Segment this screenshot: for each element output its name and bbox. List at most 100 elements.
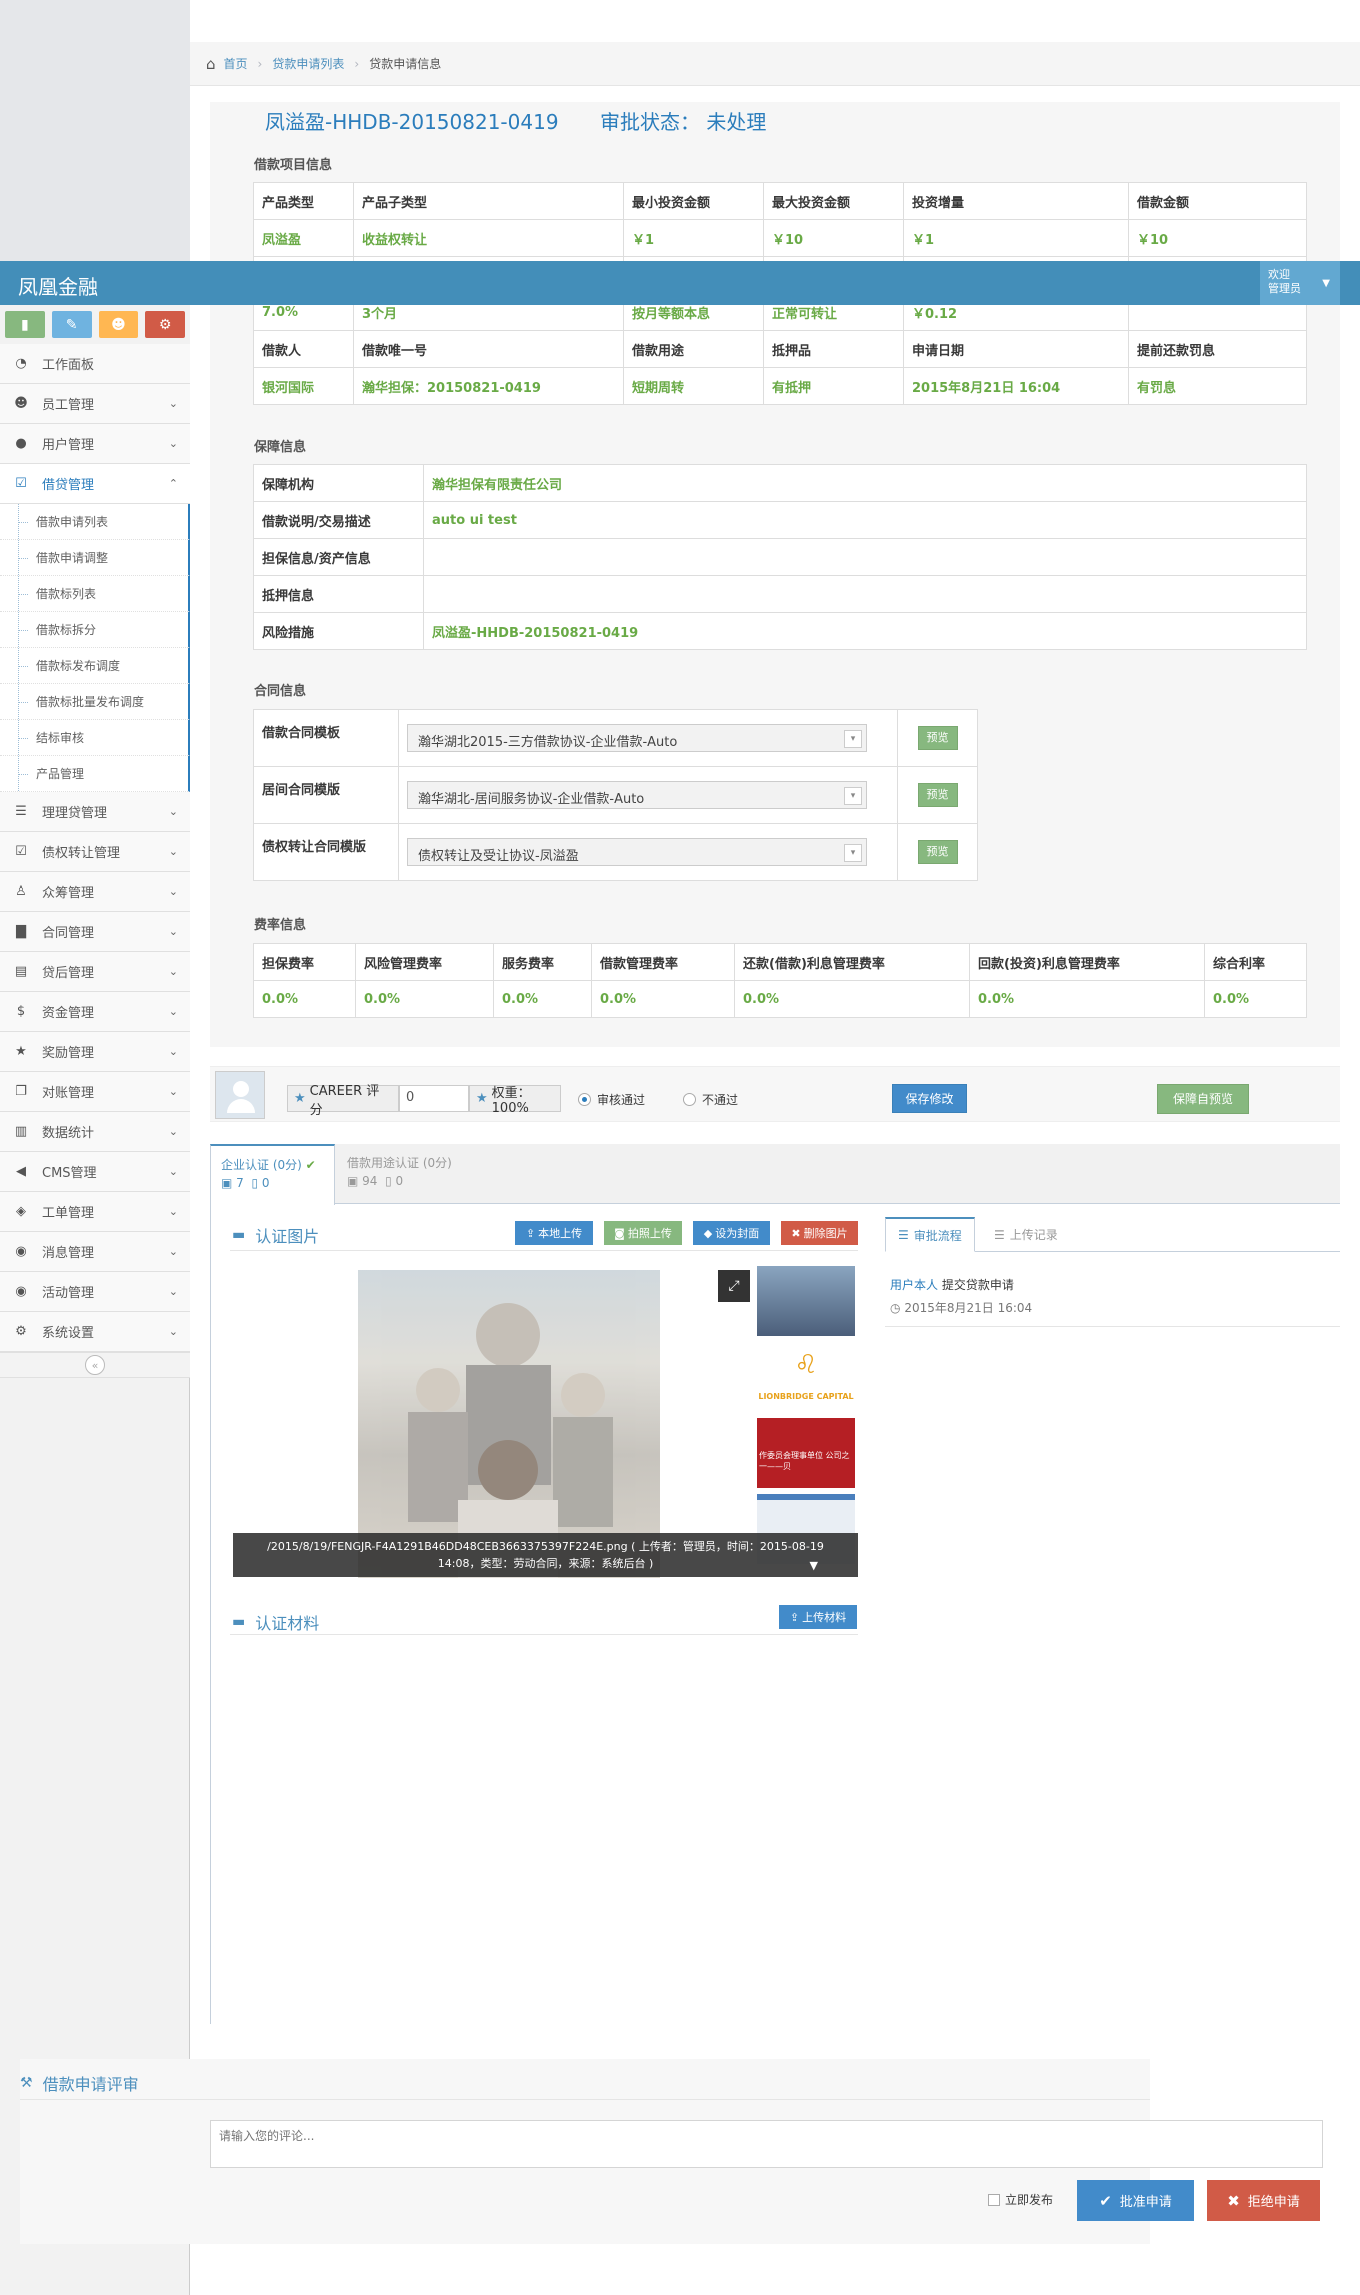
image-icon: ▣ (347, 1174, 359, 1188)
sub-item-loan-bid-list[interactable]: 借款标列表 (0, 576, 190, 612)
breadcrumb: ⌂ 首页 › 贷款申请列表 › 贷款申请信息 (190, 42, 1360, 86)
star-icon: ★ (294, 1091, 306, 1106)
nav-item-messages[interactable]: ◉ 消息管理 ⌄ (0, 1232, 190, 1272)
users-icon[interactable]: ☻ (98, 311, 139, 338)
sub-item-loan-adjust[interactable]: 借款申请调整 (0, 540, 190, 576)
chevron-down-icon: ⌄ (168, 1205, 178, 1218)
nav-item-loans[interactable]: ☑ 借贷管理 ⌃ (0, 464, 190, 504)
briefcase-icon: ▬ (232, 1614, 246, 1630)
table-cell: 短期周转 (623, 367, 764, 405)
reject-button[interactable]: ✖ 拒绝申请 (1207, 2180, 1320, 2221)
double-left-icon: « (85, 1355, 105, 1375)
divider (20, 2099, 1150, 2100)
signal-icon[interactable]: ▮ (5, 311, 45, 338)
pass-radio[interactable]: 审核通过 (578, 1091, 645, 1108)
nav-item-users[interactable]: ● 用户管理 ⌄ (0, 424, 190, 464)
nav-item-crowdfunding[interactable]: ♙ 众筹管理 ⌄ (0, 872, 190, 912)
table-header: 抵押品 (763, 330, 904, 368)
intermediary-template-select[interactable]: 瀚华湖北-居间服务协议-企业借款-Auto ▾ (407, 781, 867, 809)
nav-item-staff[interactable]: ☻ 员工管理 ⌄ (0, 384, 190, 424)
tachometer-icon: ◔ (15, 356, 27, 371)
intermediary-preview-button[interactable]: 预览 (917, 783, 958, 807)
transfer-preview-button[interactable]: 预览 (917, 840, 958, 864)
chevron-down-icon: ⌄ (168, 437, 178, 450)
bullhorn-icon: ◀ (16, 1164, 26, 1179)
contract-table: 借款合同模板 瀚华湖北2015-三方借款协议-企业借款-Auto ▾ 预览 居间合… (253, 709, 978, 881)
sub-item-products[interactable]: 产品管理 (0, 756, 190, 792)
table-cell: 0.0% (969, 980, 1205, 1018)
sub-item-settle-review[interactable]: 结标审核 (0, 720, 190, 756)
sub-item-loan-list[interactable]: 借款申请列表 (0, 504, 190, 540)
set-cover-button[interactable]: ◆ 设为封面 (693, 1221, 770, 1245)
pencil-icon[interactable]: ✎ (51, 311, 92, 338)
save-changes-button[interactable]: 保存修改 (892, 1084, 967, 1113)
radio-checked-icon (578, 1093, 591, 1106)
brand-logo[interactable]: 凤凰金融 (18, 271, 98, 300)
sidebar: ▮ ✎ ☻ ⚙ ◔ 工作面板 ☻ 员工管理 ⌄ ● 用户管理 ⌄ ☑ 借贷管理 ⌃ 借款申请列… (0, 0, 190, 2295)
nav-item-debt-transfer[interactable]: ☑ 债权转让管理 ⌄ (0, 832, 190, 872)
table-cell: ￥10 (1128, 219, 1307, 257)
thumbnail-strip: ♌ LIONBRIDGE CAPITAL 作委员会理事单位 公司之一——贝 (757, 1266, 855, 1570)
contract-preview-button[interactable]: 预览 (917, 726, 958, 750)
cogs-icon[interactable]: ⚙ (145, 311, 185, 338)
caret-down-icon[interactable]: ▼ (810, 1557, 818, 1574)
sub-item-loan-split[interactable]: 借款标拆分 (0, 612, 190, 648)
certificate-image[interactable] (358, 1270, 660, 1578)
breadcrumb-home[interactable]: 首页 (224, 55, 248, 72)
tab-approval-flow[interactable]: ☰ 审批流程 (885, 1217, 975, 1252)
approve-button[interactable]: ✔ 批准申请 (1077, 2180, 1194, 2221)
nav-item-wealth[interactable]: ☰ 理理贷管理 ⌄ (0, 792, 190, 832)
comment-input[interactable] (210, 2120, 1323, 2168)
expand-icon[interactable]: ⤢ (718, 1270, 750, 1302)
nav-item-dashboard[interactable]: ◔ 工作面板 (0, 344, 190, 384)
tab-upload-records[interactable]: ☰ 上传记录 (982, 1217, 1070, 1252)
table-cell: 2015年8月21日 16:04 (903, 367, 1129, 405)
nav-item-statistics[interactable]: ▥ 数据统计 ⌄ (0, 1112, 190, 1152)
table-header: 抵押信息 (253, 575, 424, 613)
table-cell: 瀚华担保有限责任公司 (423, 464, 1307, 502)
sub-item-publish-schedule[interactable]: 借款标发布调度 (0, 648, 190, 684)
chevron-down-icon: ⌄ (168, 925, 178, 938)
image-icon: ▣ (221, 1176, 233, 1190)
nav-item-cms[interactable]: ◀ CMS管理 ⌄ (0, 1152, 190, 1192)
career-score-input[interactable]: 0 (399, 1085, 469, 1112)
nav-item-tickets[interactable]: ◈ 工单管理 ⌄ (0, 1192, 190, 1232)
transfer-template-select[interactable]: 债权转让及受让协议-凤溢盈 ▾ (407, 838, 867, 866)
breadcrumb-current: 贷款申请信息 (369, 57, 442, 71)
chevron-down-icon: ▾ (844, 787, 862, 805)
nav-item-funds[interactable]: $ 资金管理 ⌄ (0, 992, 190, 1032)
table-cell: 0.0% (493, 980, 592, 1018)
nav-item-post-loan[interactable]: ▤ 贷后管理 ⌄ (0, 952, 190, 992)
fail-radio[interactable]: 不通过 (683, 1091, 738, 1108)
publish-now-checkbox[interactable]: 立即发布 (988, 2191, 1053, 2208)
table-header: 产品类型 (253, 182, 354, 220)
photo-upload-button[interactable]: ◙ 拍照上传 (604, 1221, 682, 1245)
tab-usage-cert[interactable]: 借款用途认证 (0分) ▣ 94 ▯ 0 (337, 1144, 467, 1203)
tab-enterprise-cert[interactable]: 企业认证 (0分) ✔ ▣ 7 ▯ 0 (210, 1144, 335, 1205)
sidebar-collapse[interactable]: « (0, 1352, 190, 1378)
thumbnail[interactable] (757, 1266, 855, 1336)
local-upload-button[interactable]: ⇪ 本地上传 (515, 1221, 593, 1245)
upload-material-button[interactable]: ⇪ 上传材料 (779, 1605, 857, 1629)
delete-image-button[interactable]: ✖ 删除图片 (781, 1221, 858, 1245)
poster-illustration (408, 1303, 613, 1578)
table-cell: 凤溢盈 (253, 219, 354, 257)
breadcrumb-list[interactable]: 贷款申请列表 (272, 55, 344, 72)
guarantor-preview-button[interactable]: 保障自预览 (1157, 1084, 1249, 1114)
table-cell: 0.0% (734, 980, 970, 1018)
nav-item-activities[interactable]: ◉ 活动管理 ⌄ (0, 1272, 190, 1312)
nav-item-reconciliation[interactable]: ❐ 对账管理 ⌄ (0, 1072, 190, 1112)
flow-tabs: ☰ 审批流程 ☰ 上传记录 (885, 1217, 1340, 1252)
nav-item-contracts[interactable]: ▇ 合同管理 ⌄ (0, 912, 190, 952)
thumbnail[interactable]: ♌ LIONBRIDGE CAPITAL (757, 1342, 855, 1412)
sub-item-batch-publish[interactable]: 借款标批量发布调度 (0, 684, 190, 720)
table-cell (423, 575, 1307, 613)
user-menu[interactable]: 欢迎 管理员 ▼ (1260, 261, 1340, 305)
flow-entry-user[interactable]: 用户本人 (890, 1278, 938, 1292)
contract-template-select[interactable]: 瀚华湖北2015-三方借款协议-企业借款-Auto ▾ (407, 724, 867, 752)
flow-entry-action: 提交贷款申请 (941, 1278, 1014, 1292)
nav-item-rewards[interactable]: ★ 奖励管理 ⌄ (0, 1032, 190, 1072)
table-header: 风险措施 (253, 612, 424, 650)
main-content: ⌂ 首页 › 贷款申请列表 › 贷款申请信息 凤溢盈-HHDB-20150821… (190, 0, 1360, 2295)
nav-item-settings[interactable]: ⚙ 系统设置 ⌄ (0, 1312, 190, 1352)
